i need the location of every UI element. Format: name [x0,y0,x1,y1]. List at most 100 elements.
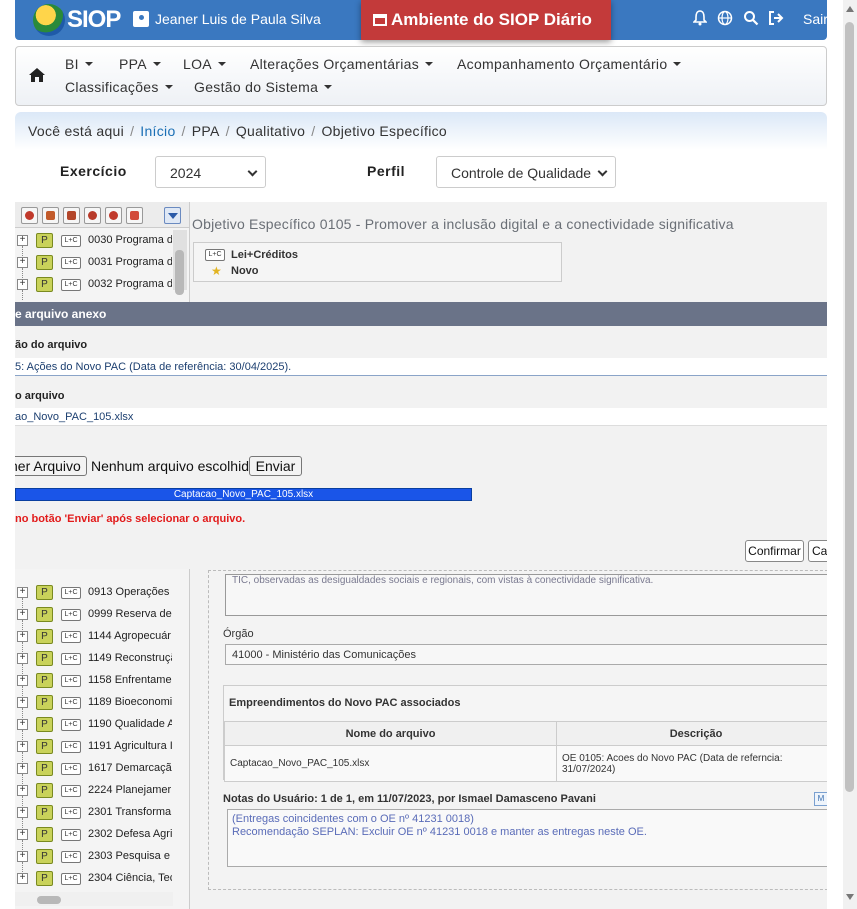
expand-icon[interactable]: + [17,719,28,730]
siop-logo[interactable] [33,4,65,36]
menu-acompanhamento-orcamentario[interactable]: Acompanhamento Orçamentário [457,56,682,72]
tree-calendar-button[interactable] [126,207,143,224]
menu-loa[interactable]: LOA [183,56,226,72]
tree-item[interactable]: + P L+C 1190 Qualidade A [15,714,175,740]
expand-icon[interactable]: + [17,741,28,752]
perfil-select[interactable]: Controle de Qualidade [436,156,616,188]
tree-item[interactable]: + P L+C 0032 Programa d [15,274,175,300]
tree-settings-button[interactable] [105,207,122,224]
expand-icon[interactable]: + [17,785,28,796]
notes-header: Notas do Usuário: 1 de 1, em 11/07/2023,… [223,793,596,805]
expand-icon[interactable]: + [17,807,28,818]
notes-box: (Entregas coincidentes com o OE nº 41231… [227,809,827,867]
breadcrumb-home-link[interactable]: Início [140,123,175,139]
logout-icon[interactable] [768,10,784,26]
file-cell[interactable]: Captacao_Novo_PAC_105.xlsx [224,745,557,782]
tree-item[interactable]: + P L+C 0031 Programa d [15,252,175,278]
expand-icon[interactable]: + [17,873,28,884]
home-icon[interactable] [28,67,46,83]
orgao-field: 41000 - Ministério das Comunicações [225,644,827,665]
pac-panel-title: Empreendimentos do Novo PAC associados [229,697,461,709]
logout-button[interactable]: Sair [803,11,828,27]
tree-item[interactable]: + P L+C 1189 Bioeconomi [15,692,175,718]
status-box: L+C Lei+Créditos ★ Novo [193,242,562,282]
menu-gestao-do-sistema[interactable]: Gestão do Sistema [194,79,333,95]
file-name-field[interactable]: ao_Novo_PAC_105.xlsx [15,408,827,426]
choose-file-button[interactable]: her Arquivo [15,456,87,476]
expand-icon[interactable]: + [17,631,28,642]
upload-progress-bar: Captacao_Novo_PAC_105.xlsx [15,488,472,501]
environment-label: Ambiente do SIOP Diário [391,10,592,29]
table-row[interactable]: Captacao_Novo_PAC_105.xlsx OE 0105: Acoe… [224,745,827,782]
tree-search-button[interactable] [84,207,101,224]
logo-text[interactable]: SIOP [67,6,121,34]
bell-icon[interactable] [693,10,707,26]
expand-icon[interactable]: + [17,609,28,620]
tree-expand-button[interactable] [63,207,80,224]
lei-creditos-label: Lei+Créditos [231,249,298,261]
tree-item[interactable]: + P L+C 2224 Planejamer [15,780,175,806]
expand-icon[interactable]: + [17,829,28,840]
column-header-file: Nome do arquivo [224,721,557,746]
scroll-up-icon[interactable] [846,6,854,12]
hierarchy-button[interactable] [42,207,59,224]
exercicio-select[interactable]: 2024 [155,156,266,188]
column-header-description: Descrição [556,721,827,746]
confirm-button[interactable]: Confirmar [745,540,804,562]
tree-item[interactable]: + P L+C 2301 Transforma [15,802,175,828]
globe-icon[interactable] [717,10,733,26]
tree-item[interactable]: + P L+C 1144 Agropecuár [15,626,175,652]
tree-scroll-thumb[interactable] [175,250,184,295]
expand-icon[interactable]: + [17,279,28,290]
menu-bi[interactable]: BI [65,56,93,72]
tree-item[interactable]: + P L+C 1149 Reconstruçã [15,648,175,674]
expand-icon[interactable]: + [17,675,28,686]
exercicio-label: Exercício [60,163,127,179]
refresh-button[interactable] [21,207,38,224]
cancel-button[interactable]: Cancelar [808,540,827,562]
chevron-down-icon [247,166,258,177]
user-name[interactable]: Jeaner Luis de Paula Silva [155,11,321,27]
expand-icon[interactable]: + [17,697,28,708]
tree-item[interactable]: + P L+C 2303 Pesquisa e [15,846,175,872]
breadcrumb-ppa[interactable]: PPA [192,123,220,139]
tree-item[interactable]: + P L+C 0913 Operações [15,582,175,608]
expand-icon[interactable]: + [17,235,28,246]
expand-icon[interactable]: + [17,763,28,774]
scroll-down-icon[interactable] [846,894,854,900]
tree-item[interactable]: + P L+C 2304 Ciência, Tec [15,868,175,890]
tree-item[interactable]: + P L+C 1617 Demarcaçã [15,758,175,784]
environment-badge: Ambiente do SIOP Diário [361,0,611,40]
notes-line: (Entregas coincidentes com o OE nº 41231… [232,813,474,825]
tree-item[interactable]: + P L+C 2302 Defesa Agri [15,824,175,850]
description-field[interactable]: 5: Ações do Novo PAC (Data de referência… [15,358,827,376]
expand-icon[interactable]: + [17,587,28,598]
tree-toolbar [15,202,189,228]
tree-horizontal-thumb[interactable] [37,896,61,904]
menu-ppa[interactable]: PPA [119,56,161,72]
send-button[interactable]: Enviar [249,456,302,476]
tree-item[interactable]: + P L+C 1191 Agricultura I [15,736,175,762]
tree-filter-dropdown[interactable] [164,207,181,224]
expand-icon[interactable]: + [17,653,28,664]
star-icon: ★ [211,264,222,278]
tree-item[interactable]: + P L+C 0030 Programa d [15,230,175,256]
main-menu: BI PPA LOA Alterações Orçamentárias Acom… [15,46,827,106]
expand-icon[interactable]: + [17,257,28,268]
description-textarea[interactable]: TIC, observadas as desigualdades sociais… [225,574,827,616]
breadcrumb-qualitativo[interactable]: Qualitativo [236,123,305,139]
tree-item[interactable]: + P L+C 1158 Enfrentame [15,670,175,696]
notes-expand-icon[interactable]: M [814,792,827,806]
search-icon[interactable] [743,10,759,26]
pac-table: Nome do arquivo Descrição Captacao_Novo_… [224,721,827,782]
menu-alteracoes-orcamentarias[interactable]: Alterações Orçamentárias [250,56,434,72]
expand-icon[interactable]: + [17,851,28,862]
chevron-down-icon [597,166,608,177]
page-scroll-thumb[interactable] [845,22,854,792]
lc-badge: L+C [205,249,225,261]
novo-label: Novo [231,265,259,277]
breadcrumb-current: Objetivo Específico [321,123,448,139]
attachment-modal: e arquivo anexo ão do arquivo 5: Ações d… [15,302,827,569]
tree-item[interactable]: + P L+C 0999 Reserva de [15,604,175,630]
menu-classificacoes[interactable]: Classificações [65,79,173,95]
